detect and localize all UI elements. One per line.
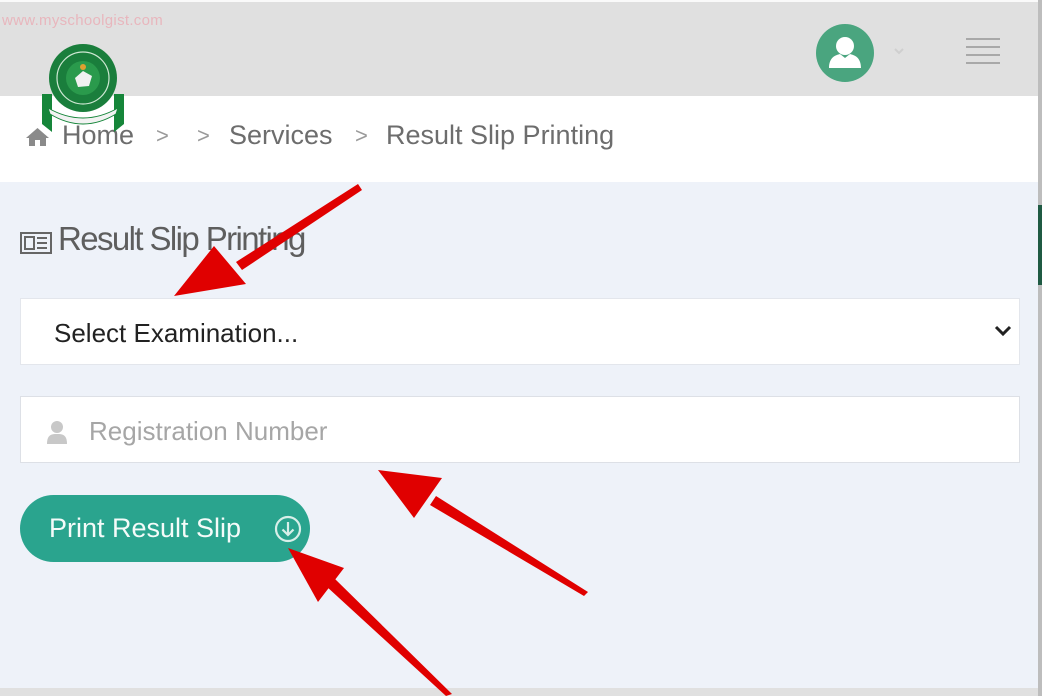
breadcrumb-services-link[interactable]: Services (229, 120, 333, 151)
breadcrumb: Home > > Services > Result Slip Printing (0, 96, 1042, 182)
user-avatar-icon (829, 37, 861, 68)
user-avatar-button[interactable] (816, 24, 874, 82)
window-edge-accent (1038, 205, 1042, 285)
chevron-down-icon[interactable] (893, 46, 905, 56)
breadcrumb-current: Result Slip Printing (386, 120, 615, 150)
newspaper-icon (20, 232, 52, 254)
hamburger-line (966, 62, 1000, 64)
registration-number-input[interactable]: Registration Number (20, 396, 1020, 463)
registration-number-placeholder: Registration Number (89, 416, 328, 446)
examination-select-value: Select Examination... (54, 318, 299, 348)
hamburger-line (966, 38, 1000, 40)
download-circle-icon (274, 515, 302, 543)
breadcrumb-separator: > (156, 123, 169, 148)
print-result-slip-button[interactable]: Print Result Slip (20, 495, 310, 562)
window-edge (1038, 0, 1042, 696)
print-button-label: Print Result Slip (49, 513, 242, 543)
top-header: www.myschoolgist.com (0, 0, 1042, 96)
chevron-down-icon (994, 325, 1012, 337)
hamburger-line (966, 54, 1000, 56)
hamburger-menu-icon[interactable] (966, 38, 1000, 68)
page-title: Result Slip Printing (58, 220, 306, 257)
user-icon (47, 421, 67, 444)
footer-divider (0, 688, 1042, 696)
breadcrumb-separator: > (197, 123, 210, 148)
breadcrumb-separator: > (355, 123, 368, 148)
watermark-text: www.myschoolgist.com (2, 12, 164, 29)
hamburger-line (966, 46, 1000, 48)
jamb-logo[interactable] (38, 42, 128, 134)
main-content: Result Slip Printing Select Examination.… (0, 182, 1042, 688)
examination-select[interactable]: Select Examination... (20, 298, 1020, 365)
